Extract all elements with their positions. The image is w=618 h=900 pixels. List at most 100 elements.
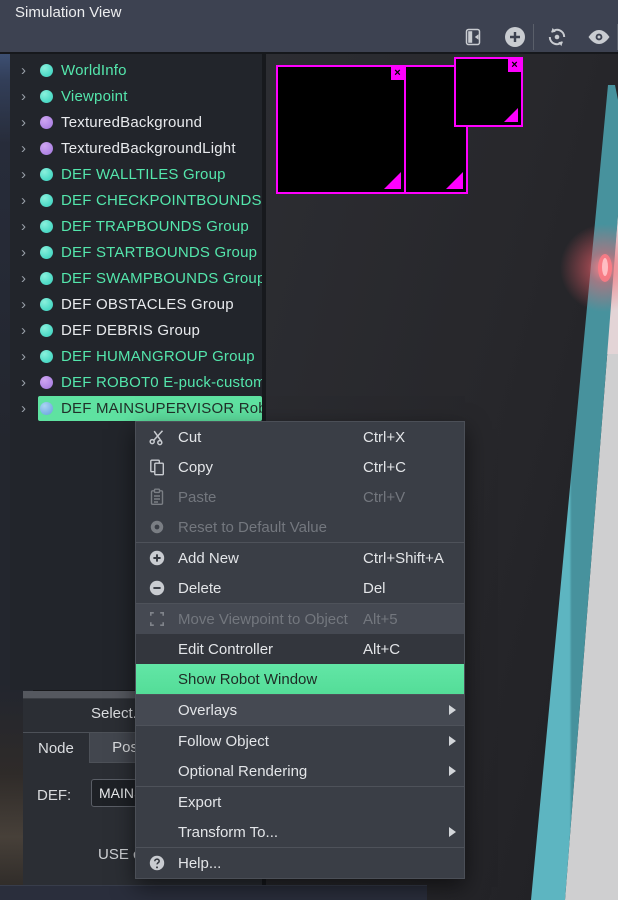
tree-node-row[interactable]: DEF OBSTACLES Group bbox=[10, 291, 262, 317]
tree-node-row[interactable]: DEF SWAMPBOUNDS Group bbox=[10, 265, 262, 291]
menu-item-label: Move Viewpoint to Object bbox=[178, 611, 348, 628]
submenu-arrow-icon bbox=[449, 766, 456, 776]
expand-chevron-icon[interactable] bbox=[10, 88, 38, 105]
copy-icon bbox=[144, 458, 170, 476]
node-type-dot-icon bbox=[40, 350, 53, 363]
tree-node-row[interactable]: DEF HUMANGROUP Group bbox=[10, 343, 262, 369]
tree-node-row[interactable]: DEF MAINSUPERVISOR Robot bbox=[10, 395, 262, 421]
node-type-dot-icon bbox=[40, 298, 53, 311]
menu-item-label: Transform To... bbox=[178, 824, 278, 841]
tree-node-row[interactable]: TexturedBackground bbox=[10, 109, 262, 135]
add-node-icon bbox=[502, 24, 528, 50]
menu-item-shortcut: Alt+C bbox=[363, 641, 400, 658]
menu-item[interactable]: Show Robot Window bbox=[136, 664, 464, 695]
reset-viewpoint-icon bbox=[544, 24, 570, 50]
eye-icon bbox=[586, 24, 612, 50]
node-type-dot-icon bbox=[40, 168, 53, 181]
menu-item-label: Follow Object bbox=[178, 733, 269, 750]
overlay-resize-handle-icon[interactable] bbox=[446, 172, 463, 189]
menu-item[interactable]: Add New Ctrl+Shift+A bbox=[136, 543, 464, 573]
tree-node-label: DEF STARTBOUNDS Group bbox=[61, 244, 257, 261]
menu-item[interactable]: Paste Ctrl+V bbox=[136, 482, 464, 512]
expand-chevron-icon[interactable] bbox=[10, 62, 38, 79]
node-type-dot-icon bbox=[40, 376, 53, 389]
submenu-arrow-icon bbox=[449, 827, 456, 837]
tree-node-label: Viewpoint bbox=[61, 88, 128, 105]
expand-chevron-icon[interactable] bbox=[10, 244, 38, 261]
node-type-dot-icon bbox=[40, 324, 53, 337]
menu-item[interactable]: Transform To... bbox=[136, 817, 464, 848]
menu-item[interactable]: Copy Ctrl+C bbox=[136, 452, 464, 482]
tree-node-row[interactable]: DEF STARTBOUNDS Group bbox=[10, 239, 262, 265]
node-type-dot-icon bbox=[40, 64, 53, 77]
window-title: Simulation View bbox=[15, 4, 121, 21]
menu-item[interactable]: Overlays bbox=[136, 695, 464, 726]
node-type-dot-icon bbox=[40, 142, 53, 155]
menu-item-label: Paste bbox=[178, 489, 216, 506]
menu-item[interactable]: Delete Del bbox=[136, 573, 464, 604]
camera-overlay[interactable] bbox=[276, 65, 406, 194]
expand-chevron-icon[interactable] bbox=[10, 114, 38, 131]
menu-item-label: Add New bbox=[178, 550, 239, 567]
expand-chevron-icon[interactable] bbox=[10, 140, 38, 157]
menu-item-shortcut: Ctrl+Shift+A bbox=[363, 550, 444, 567]
expand-chevron-icon[interactable] bbox=[10, 296, 38, 313]
tree-node-label: DEF OBSTACLES Group bbox=[61, 296, 234, 313]
menu-item[interactable]: Cut Ctrl+X bbox=[136, 422, 464, 452]
toolbar-button[interactable] bbox=[490, 22, 532, 52]
tree-node-label: DEF DEBRIS Group bbox=[61, 322, 200, 339]
tree-node-label: DEF SWAMPBOUNDS Group bbox=[61, 270, 262, 287]
expand-chevron-icon[interactable] bbox=[10, 166, 38, 183]
tree-node-row[interactable]: DEF DEBRIS Group bbox=[10, 317, 262, 343]
scissors-icon bbox=[144, 428, 170, 446]
camera-overlay[interactable] bbox=[454, 57, 523, 127]
tree-node-label: DEF WALLTILES Group bbox=[61, 166, 226, 183]
node-type-dot-icon bbox=[40, 220, 53, 233]
menu-item-shortcut: Ctrl+V bbox=[363, 489, 405, 506]
overlay-close-icon[interactable] bbox=[391, 67, 404, 80]
toolbar-button[interactable] bbox=[574, 22, 616, 52]
menu-item-label: Help... bbox=[178, 855, 221, 872]
tree-node-row[interactable]: DEF TRAPBOUNDS Group bbox=[10, 213, 262, 239]
context-menu: Cut Ctrl+X Copy Ctrl+C Paste Ctrl+V Rese… bbox=[135, 421, 465, 879]
node-type-dot-icon bbox=[40, 90, 53, 103]
expand-chevron-icon[interactable] bbox=[10, 374, 38, 391]
menu-item-label: Delete bbox=[178, 580, 221, 597]
viewport-toolbar bbox=[448, 22, 616, 52]
menu-item-label: Copy bbox=[178, 459, 213, 476]
field-editor-tab[interactable]: Node bbox=[23, 733, 89, 763]
tree-node-row[interactable]: DEF CHECKPOINTBOUNDS Group bbox=[10, 187, 262, 213]
tree-node-label: WorldInfo bbox=[61, 62, 127, 79]
expand-chevron-icon[interactable] bbox=[10, 192, 38, 209]
menu-item[interactable]: Follow Object bbox=[136, 726, 464, 756]
overlay-close-icon[interactable] bbox=[508, 59, 521, 72]
menu-item[interactable]: Help... bbox=[136, 848, 464, 878]
paste-icon bbox=[144, 488, 170, 506]
menu-item[interactable]: Reset to Default Value bbox=[136, 512, 464, 543]
menu-item-label: Overlays bbox=[178, 702, 237, 719]
overlay-resize-handle-icon[interactable] bbox=[504, 108, 518, 122]
toolbar-button[interactable] bbox=[448, 22, 490, 52]
menu-item-label: Edit Controller bbox=[178, 641, 273, 658]
menu-item[interactable]: Edit Controller Alt+C bbox=[136, 634, 464, 664]
tree-node-row[interactable]: WorldInfo bbox=[10, 57, 262, 83]
menu-item[interactable]: Export bbox=[136, 787, 464, 817]
expand-chevron-icon[interactable] bbox=[10, 218, 38, 235]
expand-chevron-icon[interactable] bbox=[10, 348, 38, 365]
toolbar-button[interactable] bbox=[532, 22, 574, 52]
tree-node-row[interactable]: DEF ROBOT0 E-puck-custom bbox=[10, 369, 262, 395]
tree-node-label: DEF TRAPBOUNDS Group bbox=[61, 218, 249, 235]
expand-chevron-icon[interactable] bbox=[10, 400, 38, 417]
expand-chevron-icon[interactable] bbox=[10, 270, 38, 287]
menu-item[interactable]: Move Viewpoint to Object Alt+5 bbox=[136, 604, 464, 634]
tree-node-row[interactable]: Viewpoint bbox=[10, 83, 262, 109]
tree-node-row[interactable]: DEF WALLTILES Group bbox=[10, 161, 262, 187]
expand-chevron-icon[interactable] bbox=[10, 322, 38, 339]
tree-node-row[interactable]: TexturedBackgroundLight bbox=[10, 135, 262, 161]
def-label: DEF: bbox=[37, 787, 71, 804]
menu-item-label: Export bbox=[178, 794, 221, 811]
menu-item[interactable]: Optional Rendering bbox=[136, 756, 464, 787]
tree-node-label: DEF HUMANGROUP Group bbox=[61, 348, 255, 365]
overlay-resize-handle-icon[interactable] bbox=[384, 172, 401, 189]
hide-panel-icon bbox=[460, 26, 486, 48]
